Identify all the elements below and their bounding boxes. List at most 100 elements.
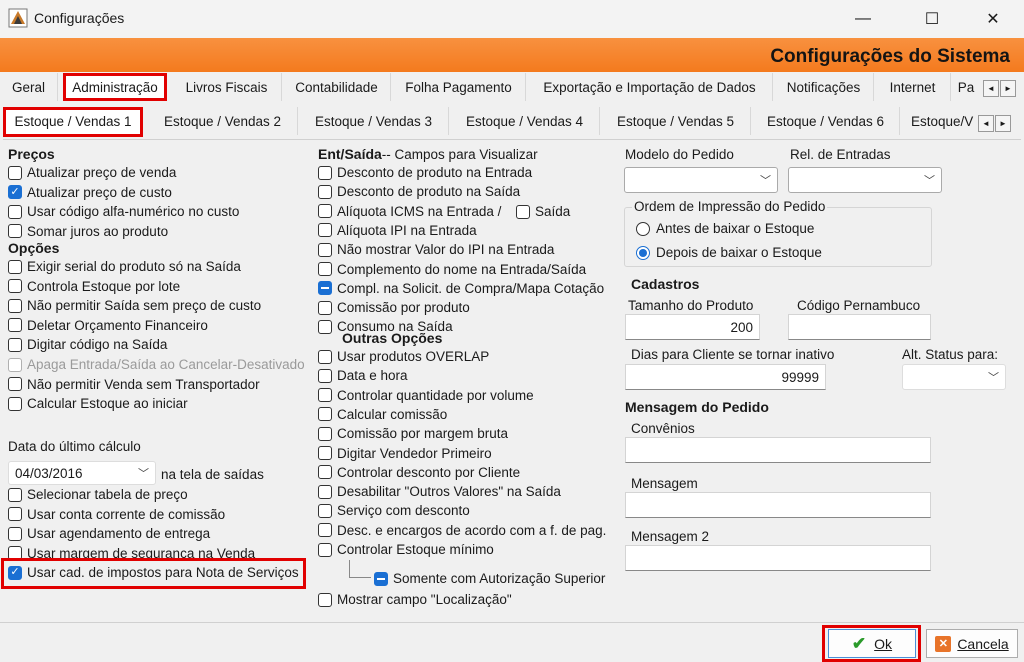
checkbox-outras-7[interactable]: Desabilitar "Outros Valores" na Saída [318,484,561,499]
checkbox-icon [8,279,22,294]
checkbox-mostrar-localizacao[interactable]: Mostrar campo "Localização" [318,592,512,607]
tab-estoque-vendas-3[interactable]: Estoque / Vendas 3 [299,107,449,135]
section-precos: Preços [8,146,55,162]
checkbox-lower-0[interactable]: Selecionar tabela de preço [8,487,188,502]
checkbox-lower-2[interactable]: Usar agendamento de entrega [8,526,210,541]
mensagem-input[interactable] [625,492,931,518]
checkbox-outras-2[interactable]: Controlar quantidade por volume [318,388,534,403]
checkbox-precos-1[interactable]: ✓ Atualizar preço de custo [8,185,172,200]
tab-exportacao[interactable]: Exportação e Importação de Dados [527,73,773,101]
checkbox-icon [318,503,332,518]
checkbox-label: Somar juros ao produto [27,223,169,239]
data-calculo-date[interactable]: 04/03/2016 ﹀ [8,461,156,485]
tab-geral[interactable]: Geral [0,73,58,101]
checkbox-entsaida-6[interactable]: Compl. na Solicit. de Compra/Mapa Cotaçã… [318,281,604,296]
tab-pa[interactable]: Pa [952,73,980,101]
checkbox-icon [318,465,332,480]
checkbox-icon [318,281,332,296]
checkbox-opcoes-6[interactable]: Não permitir Venda sem Transportador [8,377,260,392]
checkbox-icon: ✓ [8,185,22,199]
scroll-right-icon[interactable]: ► [1000,80,1016,97]
checkbox-entsaida-3[interactable]: Alíquota IPI na Entrada [318,223,477,238]
scroll-left-icon[interactable]: ◄ [983,80,999,97]
checkbox-lower-3[interactable]: Usar margem de segurança na Venda [8,546,255,561]
checkbox-precos-2[interactable]: Usar código alfa-numérico no custo [8,204,239,219]
checkbox-entsaida-4[interactable]: Não mostrar Valor do IPI na Entrada [318,242,554,257]
tab-estoque-v[interactable]: Estoque/V [901,107,977,135]
modelo-pedido-select[interactable]: ﹀ [624,167,778,193]
checkbox-opcoes-2[interactable]: Não permitir Saída sem preço de custo [8,298,261,313]
ent-saida-title: Ent/Saída [318,146,382,162]
cancel-label: Cancela [957,635,1009,652]
checkbox-outras-4[interactable]: Comissão por margem bruta [318,426,508,441]
rel-entradas-select[interactable]: ﹀ [788,167,942,193]
title-bar: Configurações — ☐ ✕ [0,0,1024,38]
checkbox-lower-4[interactable]: ✓ Usar cad. de impostos para Nota de Serv… [8,565,299,580]
checkbox-precos-0[interactable]: Atualizar preço de venda [8,165,176,180]
checkbox-icon [318,426,332,441]
tab-internet[interactable]: Internet [875,73,951,101]
tamanho-input[interactable]: 200 [625,314,760,340]
radio-label: Depois de baixar o Estoque [656,245,822,260]
checkbox-label: Exigir serial do produto só na Saída [27,259,241,274]
checkbox-lower-1[interactable]: Usar conta corrente de comissão [8,507,225,522]
dias-inativo-input[interactable]: 99999 [625,364,826,390]
footer: ✔ Ok ✕ Cancela [0,622,1024,662]
checkbox-opcoes-3[interactable]: Deletar Orçamento Financeiro [8,318,208,333]
checkbox-label: Desconto de produto na Saída [337,184,521,200]
checkbox-outras-9[interactable]: Desc. e encargos de acordo com a f. de p… [318,523,606,538]
checkbox-label: Não permitir Venda sem Transportador [27,376,260,392]
ok-button[interactable]: ✔ Ok [828,629,916,658]
tab-administracao[interactable]: Administração [63,73,167,101]
cancel-button[interactable]: ✕ Cancela [926,629,1018,658]
checkbox-icon [8,204,22,219]
checkbox-outras-0[interactable]: Usar produtos OVERLAP [318,349,489,364]
checkbox-icon [318,319,332,334]
checkbox-entsaida-1[interactable]: Desconto de produto na Saída [318,184,520,199]
checkbox-entsaida-2[interactable]: Alíquota ICMS na Entrada / [318,204,501,219]
tab-livros-fiscais[interactable]: Livros Fiscais [172,73,282,101]
checkbox-somente-autorizacao[interactable]: Somente com Autorização Superior [374,571,605,586]
mensagem2-label: Mensagem 2 [631,529,710,544]
checkbox-outras-6[interactable]: Controlar desconto por Cliente [318,465,520,480]
tab-folha-pagamento[interactable]: Folha Pagamento [392,73,526,101]
tab-estoque-vendas-4[interactable]: Estoque / Vendas 4 [450,107,600,135]
checkbox-saida[interactable]: Saída [516,204,570,219]
checkbox-icon [318,242,332,257]
scroll-left-icon[interactable]: ◄ [978,115,994,132]
convenios-input[interactable] [625,437,931,463]
tab-notificacoes[interactable]: Notificações [774,73,874,101]
minimize-button[interactable]: — [840,0,886,38]
checkbox-label: Usar margem de segurança na Venda [27,545,256,561]
checkbox-opcoes-1[interactable]: Controla Estoque por lote [8,279,180,294]
checkbox-opcoes-4[interactable]: Digitar código na Saída [8,337,167,352]
data-calculo-label: Data do último cálculo [8,439,141,454]
check-icon: ✔ [851,633,867,653]
radio-icon [636,221,650,236]
tab-estoque-vendas-6[interactable]: Estoque / Vendas 6 [752,107,900,135]
checkbox-opcoes-7[interactable]: Calcular Estoque ao iniciar [8,396,188,411]
checkbox-entsaida-7[interactable]: Comissão por produto [318,300,470,315]
checkbox-outras-8[interactable]: Serviço com desconto [318,503,470,518]
tab-estoque-vendas-2[interactable]: Estoque / Vendas 2 [148,107,298,135]
maximize-button[interactable]: ☐ [909,0,955,38]
radio-antes-baixar[interactable]: Antes de baixar o Estoque [636,221,814,236]
checkbox-opcoes-0[interactable]: Exigir serial do produto só na Saída [8,259,241,274]
close-button[interactable]: ✕ [970,0,1016,38]
alt-status-select[interactable]: ﹀ [902,364,1006,390]
pernambuco-input[interactable] [788,314,931,340]
checkbox-entsaida-0[interactable]: Desconto de produto na Entrada [318,165,532,180]
tab-estoque-vendas-1[interactable]: Estoque / Vendas 1 [3,107,143,135]
tab-estoque-vendas-5[interactable]: Estoque / Vendas 5 [601,107,751,135]
checkbox-outras-3[interactable]: Calcular comissão [318,407,447,422]
checkbox-precos-3[interactable]: Somar juros ao produto [8,224,168,239]
checkbox-label: Controla Estoque por lote [27,278,181,294]
checkbox-outras-5[interactable]: Digitar Vendedor Primeiro [318,446,492,461]
checkbox-entsaida-5[interactable]: Complemento do nome na Entrada/Saída [318,262,586,277]
radio-depois-baixar[interactable]: Depois de baixar o Estoque [636,245,822,260]
checkbox-outras-1[interactable]: Data e hora [318,368,408,383]
mensagem2-input[interactable] [625,545,931,571]
scroll-right-icon[interactable]: ► [995,115,1011,132]
checkbox-outras-10[interactable]: Controlar Estoque mínimo [318,542,494,557]
tab-contabilidade[interactable]: Contabilidade [283,73,391,101]
